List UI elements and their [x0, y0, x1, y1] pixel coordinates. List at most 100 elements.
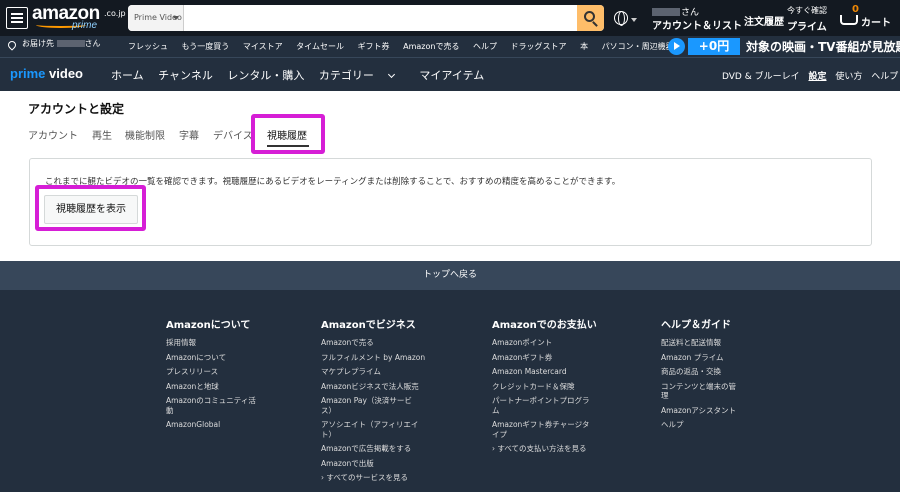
top-nav: amazon .co.jp prime Prime Video さん アカウント… [0, 0, 900, 36]
promo-price: +0円 [688, 38, 740, 55]
footer-heading: Amazonについて [166, 320, 251, 331]
pv-link-how-to[interactable]: 使い方 [835, 72, 862, 82]
search-icon-handle [592, 21, 598, 27]
footer-link[interactable]: AmazonGlobal [166, 420, 286, 430]
pv-link-my-items[interactable]: マイアイテム [419, 69, 484, 82]
footer-link[interactable]: Amazonのコミュニティ活動 [166, 396, 256, 415]
prime-video-links: ホーム チャンネル レンタル・購入 カテゴリー マイアイテム [111, 67, 495, 83]
cart-count: 0 [852, 4, 859, 15]
account-greeting: さん [652, 5, 742, 18]
footer-link[interactable]: コンテンツと端末の管理 [661, 382, 736, 401]
prime-video-nav: prime video ホーム チャンネル レンタル・購入 カテゴリー マイアイ… [0, 57, 900, 91]
subnav-link-help[interactable]: ヘルプ [473, 42, 497, 51]
pv-logo-video: video [49, 66, 83, 81]
redacted-name [652, 8, 680, 16]
prime-menu[interactable]: 今すぐ確認 プライム [787, 5, 827, 33]
pv-link-channels[interactable]: チャンネル [158, 69, 213, 82]
cart-label: カート [861, 18, 891, 29]
tab-highlight-annotation [251, 114, 325, 154]
footer-col-payment: Amazonでのお支払い Amazonポイント Amazonギフト券 Amazo… [492, 316, 602, 459]
footer-link[interactable]: クレジットカード＆保険 [492, 382, 602, 392]
account-menu[interactable]: さん アカウント＆リスト [652, 5, 742, 32]
pv-link-dvd[interactable]: DVD & ブルーレイ [722, 72, 800, 82]
footer-link[interactable]: Amazonビジネスで法人販売 [321, 382, 436, 392]
search-department-select[interactable]: Prime Video [128, 5, 184, 31]
footer-link[interactable]: 配送料と配送情報 [661, 338, 751, 348]
deliver-suffix: さん [84, 39, 101, 48]
account-label: アカウント＆リスト [652, 21, 742, 32]
chevron-down-icon [387, 70, 395, 79]
footer-link[interactable]: › すべてのサービスを見る [321, 473, 436, 483]
tab-subtitles[interactable]: 字幕 [179, 127, 199, 142]
footer-link[interactable]: 商品の返品・交換 [661, 367, 751, 377]
search-bar: Prime Video [128, 5, 604, 31]
pv-link-rent-buy[interactable]: レンタル・購入 [227, 69, 304, 82]
footer-heading: Amazonでビジネス [321, 320, 416, 331]
promo-message: 対象の映画・TV番組が見放題 [746, 40, 900, 54]
subnav-link-time-sale[interactable]: タイムセール [296, 42, 344, 51]
footer-col-help: ヘルプ＆ガイド 配送料と配送情報 Amazon プライム 商品の返品・交換 コン… [661, 316, 751, 435]
footer-link[interactable]: Amazonで出版 [321, 459, 436, 469]
footer: Amazonについて 採用情報 Amazonについて プレスリリース Amazo… [0, 290, 900, 492]
footer-link[interactable]: マケプレプライム [321, 367, 436, 377]
logo-prime: prime [72, 20, 98, 31]
footer-link[interactable]: › すべての支払い方法を見る [492, 444, 602, 454]
globe-icon[interactable] [614, 11, 628, 26]
pv-link-categories-label: カテゴリー [318, 69, 374, 82]
footer-link[interactable]: 採用情報 [166, 338, 286, 348]
subnav-link-pc[interactable]: パソコン・周辺機器 [602, 42, 674, 51]
footer-col-business: Amazonでビジネス Amazonで売る フルフィルメント by Amazon… [321, 316, 436, 488]
cart-button[interactable]: 0 カート [838, 4, 898, 33]
footer-link[interactable]: Amazon Pay（決済サービス） [321, 396, 416, 415]
redacted-address [56, 40, 85, 47]
footer-link[interactable]: Amazonギフト券 [492, 353, 602, 363]
footer-link[interactable]: フルフィルメント by Amazon [321, 353, 436, 363]
footer-link[interactable]: Amazonギフト券チャージタイプ [492, 420, 592, 439]
tab-playback[interactable]: 再生 [92, 127, 112, 142]
subnav-link-my-store[interactable]: マイストア [243, 42, 283, 51]
footer-col-about: Amazonについて 採用情報 Amazonについて プレスリリース Amazo… [166, 316, 286, 435]
footer-link[interactable]: Amazonで売る [321, 338, 436, 348]
search-button[interactable] [577, 5, 604, 31]
subnav-link-drugstore[interactable]: ドラッグストア [511, 42, 567, 51]
subnav-link-books[interactable]: 本 [580, 42, 588, 51]
location-pin-icon [6, 39, 18, 51]
tab-account[interactable]: アカウント [28, 127, 78, 142]
footer-link[interactable]: Amazonで広告掲載をする [321, 444, 436, 454]
footer-link[interactable]: Amazon Mastercard [492, 367, 602, 377]
deliver-prefix: お届け先 [22, 39, 54, 48]
deliver-to-text: お届け先 さん [22, 38, 101, 49]
footer-link[interactable]: プレスリリース [166, 367, 286, 377]
search-input[interactable] [185, 5, 577, 31]
back-to-top-link[interactable]: トップへ戻る [0, 261, 900, 290]
pv-link-home[interactable]: ホーム [111, 69, 144, 82]
tab-devices[interactable]: デバイス [213, 127, 253, 142]
orders-link[interactable]: 注文履歴 [744, 13, 784, 28]
tab-parental-controls[interactable]: 機能制限 [125, 127, 165, 142]
subnav-link-buy-again[interactable]: もう一度買う [182, 42, 230, 51]
footer-link[interactable]: アソシエイト（アフィリエイト） [321, 420, 421, 439]
prime-video-right-links: DVD & ブルーレイ 設定 使い方 ヘルプ [722, 69, 900, 82]
footer-link[interactable]: パートナーポイントプログラム [492, 396, 592, 415]
footer-link[interactable]: Amazonアシスタント [661, 406, 751, 416]
logo-tld: .co.jp [104, 9, 126, 18]
pv-logo-prime: prime [10, 66, 46, 81]
subnav-link-fresh[interactable]: フレッシュ [128, 42, 168, 51]
amazon-logo[interactable]: amazon .co.jp prime [32, 3, 126, 33]
footer-link[interactable]: Amazonと地球 [166, 382, 286, 392]
pv-link-categories[interactable]: カテゴリー [319, 69, 405, 82]
pv-link-settings[interactable]: 設定 [808, 72, 826, 82]
footer-link[interactable]: Amazonポイント [492, 338, 602, 348]
subnav-link-sell[interactable]: Amazonで売る [403, 42, 459, 51]
chevron-down-icon [173, 16, 179, 20]
prime-menu-line1: 今すぐ確認 [787, 6, 827, 15]
hamburger-menu-icon[interactable] [6, 7, 28, 29]
footer-link[interactable]: Amazonについて [166, 353, 286, 363]
subnav-link-gift-card[interactable]: ギフト券 [358, 42, 390, 51]
footer-link[interactable]: Amazon プライム [661, 353, 751, 363]
chevron-down-icon [631, 18, 637, 22]
footer-link[interactable]: ヘルプ [661, 420, 751, 430]
pv-link-help[interactable]: ヘルプ [871, 72, 898, 82]
watch-history-panel: これまでに観たビデオの一覧を確認できます。視聴履歴にあるビデオをレーティングまた… [29, 158, 872, 246]
prime-video-logo[interactable]: prime video [10, 66, 83, 81]
